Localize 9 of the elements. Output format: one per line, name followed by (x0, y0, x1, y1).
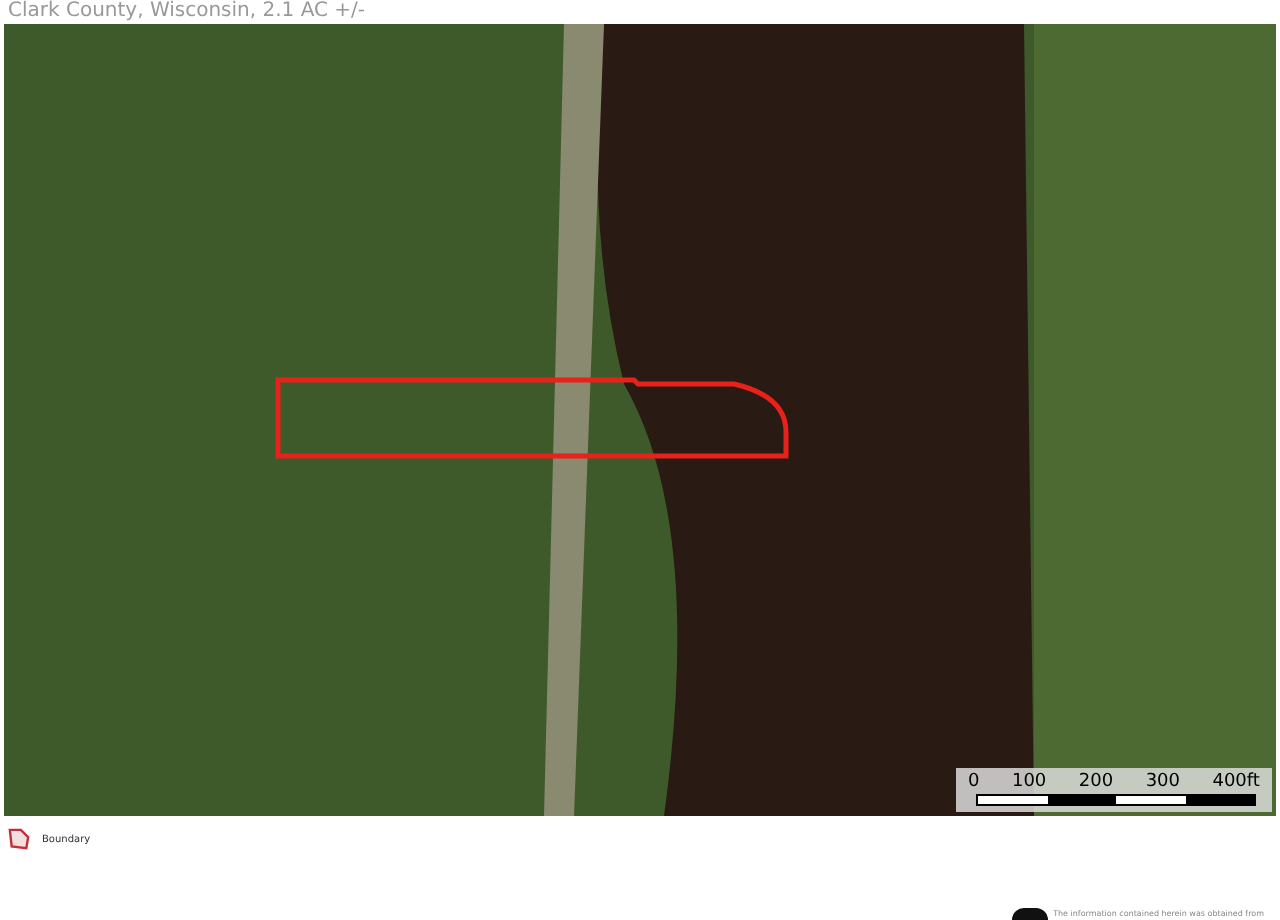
scale-label: 400ft (1212, 772, 1260, 792)
scale-label: 300 (1145, 772, 1180, 792)
logo-icon (1011, 908, 1048, 920)
map-title: Clark County, Wisconsin, 2.1 AC +/- (6, 0, 368, 24)
aerial-map-drawing[interactable] (4, 24, 1276, 816)
scale-label: 200 (1078, 772, 1114, 792)
scale-label: 100 (1011, 772, 1047, 792)
boundary-icon (8, 828, 30, 850)
scale-label: 0 (968, 772, 980, 792)
